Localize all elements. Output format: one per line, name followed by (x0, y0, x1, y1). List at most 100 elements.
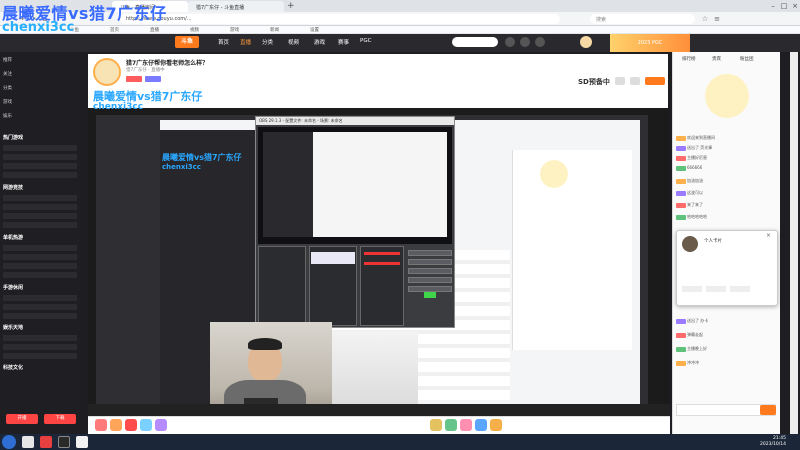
obs-studio-mode-button[interactable] (408, 268, 452, 274)
tag-badge (145, 76, 161, 82)
bookmark-item[interactable]: 直播 (150, 27, 159, 33)
gift-icon[interactable] (490, 419, 502, 431)
popup-button[interactable] (706, 286, 726, 292)
sidebar-game-grid[interactable] (3, 295, 77, 319)
sidebar-item-category[interactable]: 分类 (3, 85, 12, 91)
close-icon[interactable]: × (790, 0, 800, 12)
obs-start-stream-button[interactable] (408, 250, 452, 256)
sidebar-item-recommend[interactable]: 推荐 (3, 57, 12, 63)
follow-icon[interactable] (520, 37, 530, 47)
sidebar-game-grid[interactable] (3, 245, 77, 279)
gift-icon[interactable] (140, 419, 152, 431)
chat-tab-rank[interactable]: 排行榜 (682, 56, 696, 62)
bookmark-item[interactable]: 视频 (190, 27, 199, 33)
report-icon[interactable] (630, 77, 640, 85)
share-icon[interactable] (615, 77, 625, 85)
gift-icon[interactable] (445, 419, 457, 431)
nav-category[interactable]: 分类 (262, 38, 273, 46)
chat-tab-fans[interactable]: 粉丝团 (740, 56, 754, 62)
bookmark-item[interactable]: 首页 (110, 27, 119, 33)
obs-audio-meter (364, 252, 400, 255)
gift-icon[interactable] (125, 419, 137, 431)
nav-pgc[interactable]: PGC (360, 38, 371, 44)
popup-close-icon[interactable]: × (766, 232, 771, 239)
popup-avatar (682, 236, 698, 252)
screen: 斗鱼 - 直播房间 猎7广东仔 - 斗鱼直播 + – □ × ← → ⟳ ⌂ h… (0, 0, 800, 450)
bookmark-item[interactable]: 新闻 (270, 27, 279, 33)
popup-button[interactable] (730, 286, 750, 292)
watermark-handle: chenxi3cc (162, 163, 201, 171)
obs-status-indicator (424, 292, 436, 298)
sidebar-section-mobile: 手游休闲 (3, 285, 24, 291)
sidebar-game-grid[interactable] (3, 145, 77, 179)
history-icon[interactable] (505, 37, 515, 47)
bookmark-item[interactable]: 游戏 (230, 27, 239, 33)
gift-icon[interactable] (155, 419, 167, 431)
menu-icon[interactable]: ≡ (712, 14, 722, 24)
nested-chat (512, 150, 632, 350)
gift-icon[interactable] (475, 419, 487, 431)
obs-mixer-panel (360, 246, 404, 326)
sidebar-item-follow[interactable]: 关注 (3, 71, 12, 77)
site-search-input[interactable] (452, 37, 498, 47)
player-controls[interactable] (88, 404, 670, 416)
chat-mascot (705, 74, 749, 118)
obs-preview-sidebar (263, 132, 313, 237)
obs-source-item[interactable] (311, 252, 355, 264)
sidebar-section-single: 单机热游 (3, 235, 24, 241)
pgc-banner[interactable]: 2023 PGC (610, 34, 690, 52)
user-avatar[interactable] (580, 36, 592, 48)
chat-tab-vip[interactable]: 贵宾 (712, 56, 721, 62)
maximize-icon[interactable]: □ (779, 0, 789, 12)
streamer-avatar[interactable] (93, 58, 121, 86)
gift-icon[interactable] (110, 419, 122, 431)
browser-tab-2[interactable]: 猎7广东仔 - 斗鱼直播 (188, 1, 284, 12)
level-badge (126, 76, 142, 82)
chat-message: 哈哈哈哈哈 (676, 214, 707, 220)
app-icon[interactable] (40, 436, 52, 448)
gift-icon[interactable] (95, 419, 107, 431)
gift-icon[interactable] (460, 419, 472, 431)
streamer-hair (248, 338, 282, 350)
popup-button[interactable] (682, 286, 702, 292)
obs-start-record-button[interactable] (408, 259, 452, 265)
browser-search-input[interactable]: 搜索 (590, 14, 695, 24)
sidebar-item-game[interactable]: 游戏 (3, 99, 12, 105)
app-icon[interactable] (76, 436, 88, 448)
extension-icon[interactable]: ☆ (700, 14, 710, 24)
chat-message: 送出了 办卡 (676, 318, 708, 324)
explorer-icon[interactable] (22, 436, 34, 448)
watermark-text: 晨曦爱情vs猎7广东仔 (162, 153, 242, 162)
sidebar-game-grid[interactable] (3, 335, 77, 359)
obs-settings-button[interactable] (408, 277, 452, 283)
nav-live[interactable]: 直播 (240, 38, 251, 46)
follow-button[interactable] (645, 77, 665, 85)
new-tab-button[interactable]: + (287, 0, 297, 12)
chat-message: 主播晚上好 (676, 346, 707, 352)
obs-audio-meter (364, 262, 400, 265)
popup-title: 个人卡片 (704, 239, 722, 244)
minimize-icon[interactable]: – (768, 0, 778, 12)
obs-scenes-panel[interactable] (258, 246, 306, 326)
go-live-button[interactable]: 开播 (6, 414, 38, 424)
chat-message: 冲冲冲 (676, 360, 699, 366)
sidebar-item-ent[interactable]: 娱乐 (3, 113, 12, 119)
nav-game[interactable]: 游戏 (314, 38, 325, 46)
page-scrollbar[interactable] (790, 52, 798, 434)
nav-match[interactable]: 赛事 (338, 38, 349, 46)
chat-message: 来了来了 (676, 202, 703, 208)
app-icon[interactable] (58, 436, 70, 448)
url-input[interactable]: https://www.douyu.com/... (120, 14, 560, 24)
send-button[interactable] (760, 405, 776, 415)
gift-icon[interactable] (430, 419, 442, 431)
download-button[interactable]: 下载 (44, 414, 76, 424)
obs-title: OBS 29.1.3 - 配置文件: 未命名 - 场景: 未命名 (256, 117, 454, 125)
sidebar-game-grid[interactable] (3, 195, 77, 229)
message-icon[interactable] (535, 37, 545, 47)
sd-label: SD预备中 (578, 78, 610, 86)
site-logo[interactable]: 斗鱼 (175, 36, 199, 48)
nav-video[interactable]: 视频 (288, 38, 299, 46)
nav-home[interactable]: 首页 (218, 38, 229, 46)
bookmark-item[interactable]: 设置 (310, 27, 319, 33)
start-button[interactable] (2, 435, 16, 449)
